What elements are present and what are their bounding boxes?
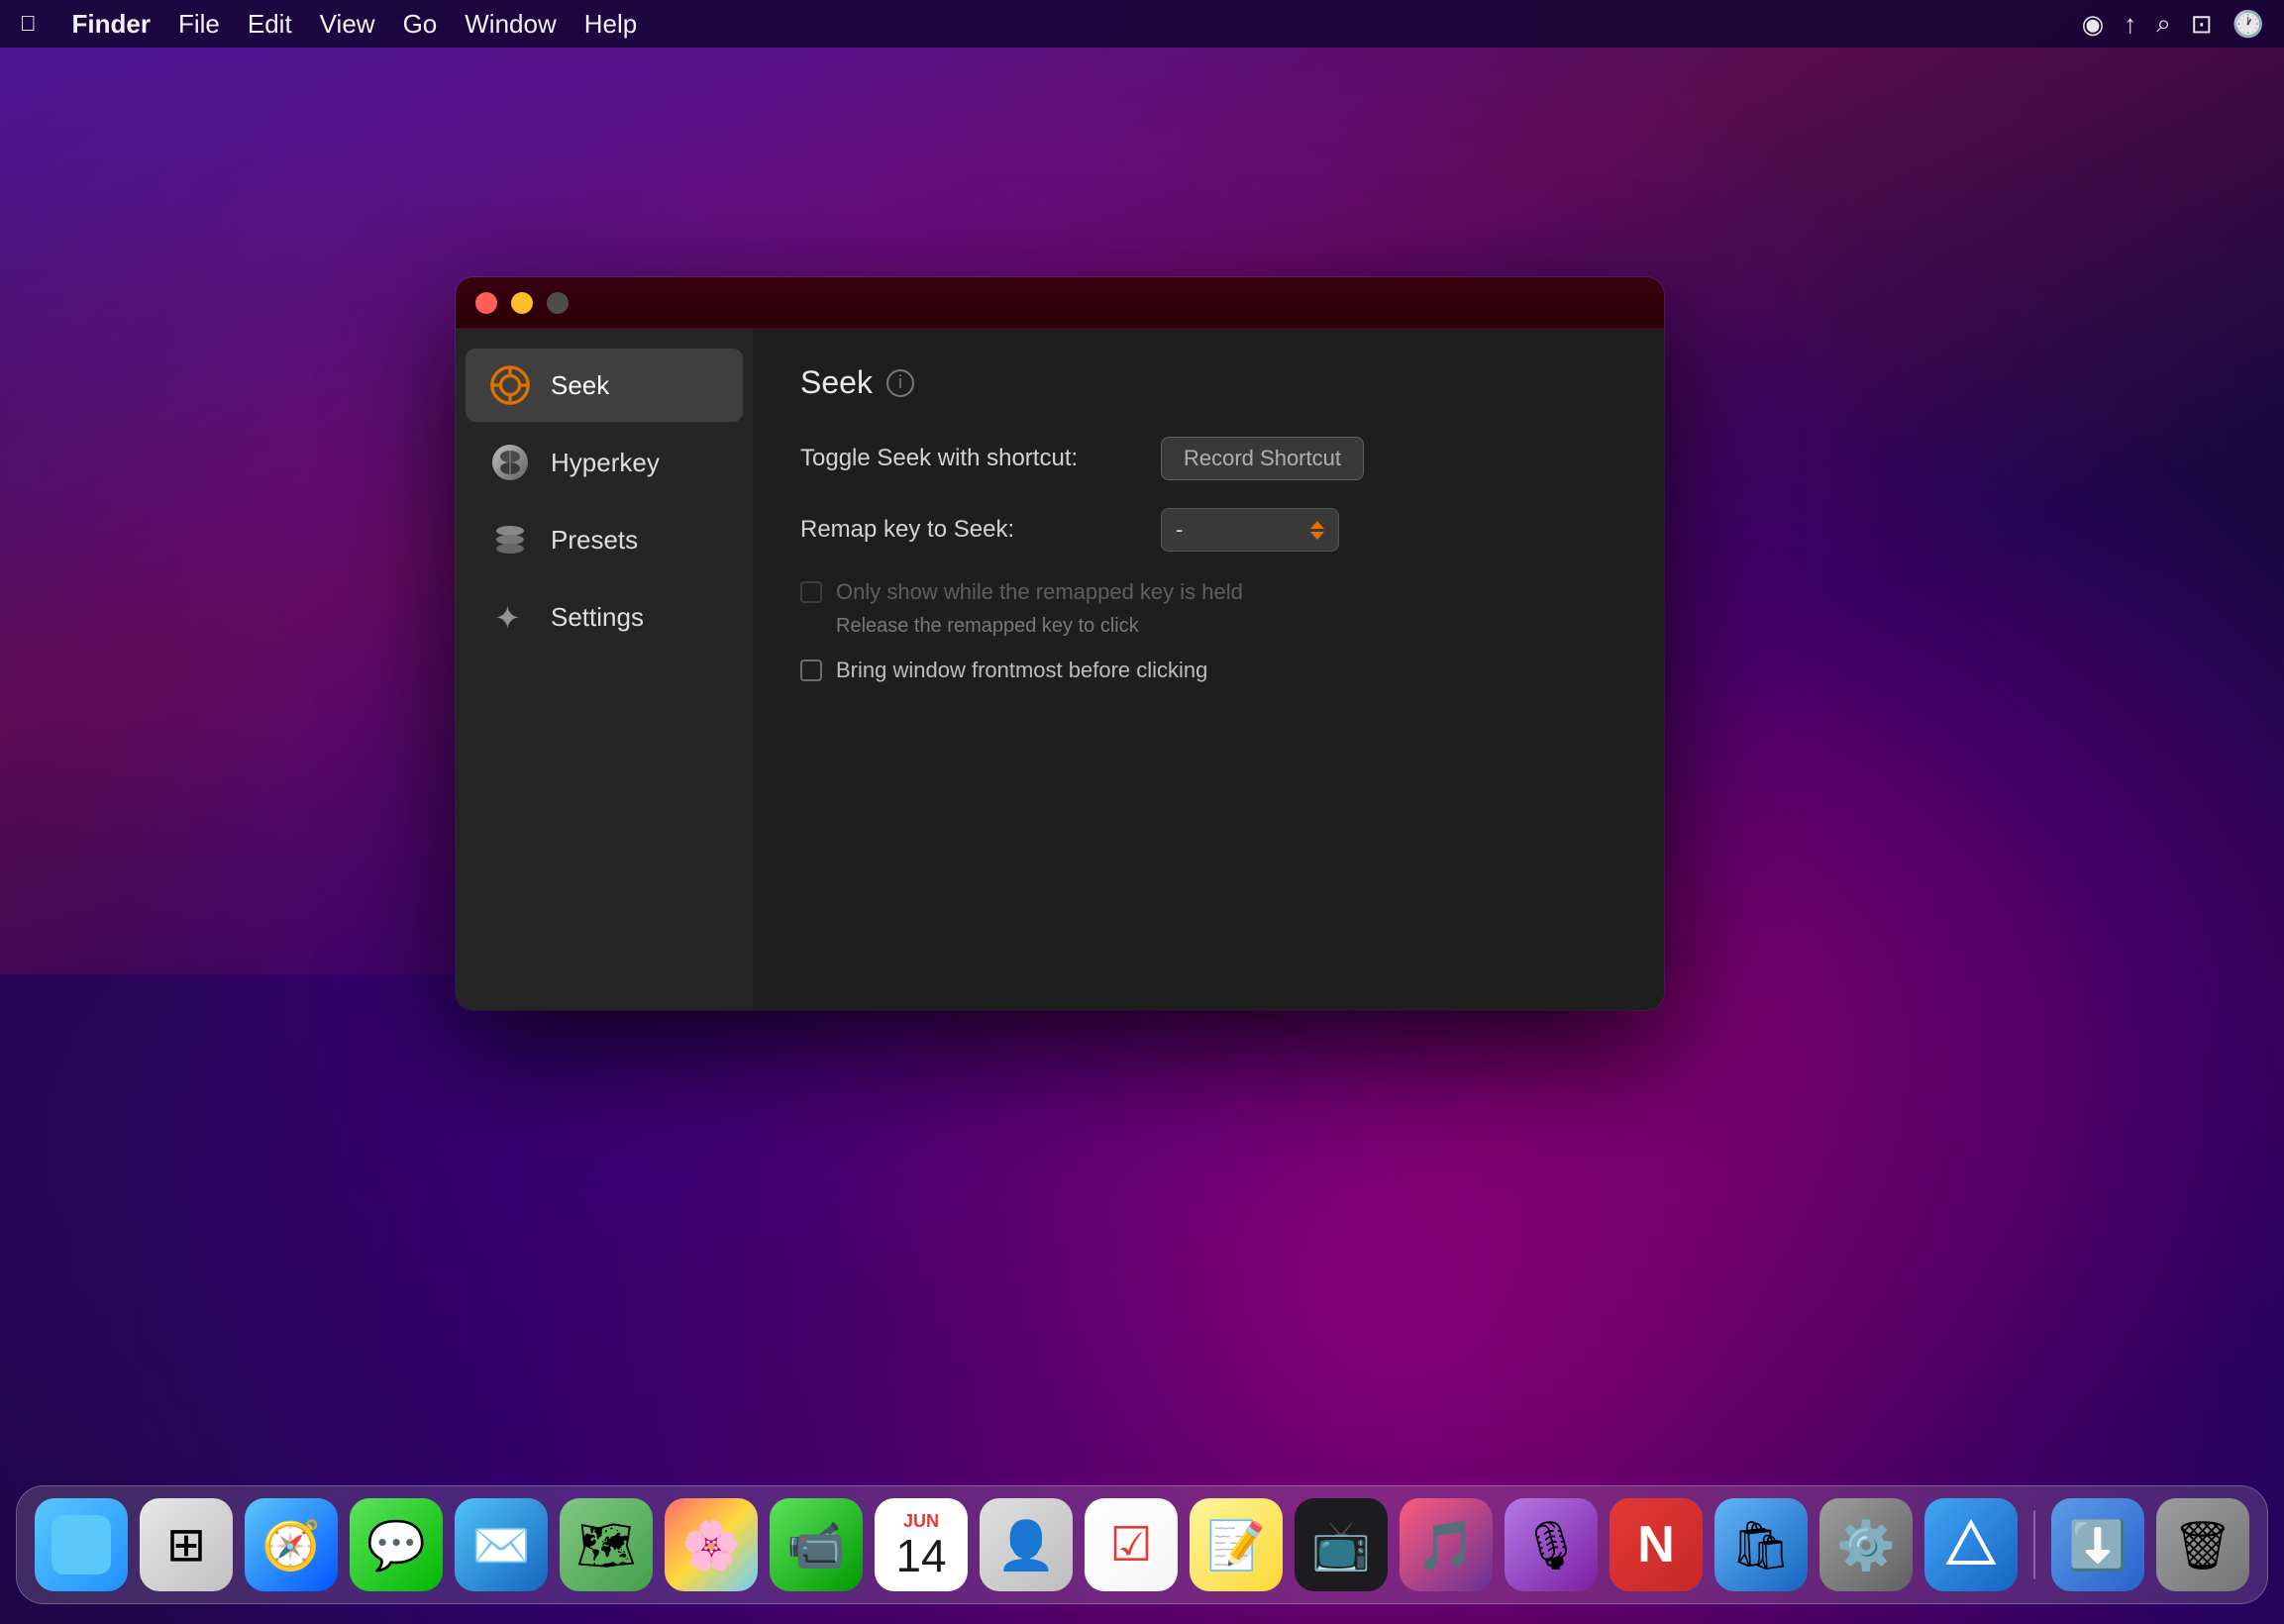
dropdown-value: -	[1176, 517, 1300, 543]
toggle-seek-label: Toggle Seek with shortcut:	[800, 445, 1137, 472]
menubar-file[interactable]: File	[178, 9, 220, 40]
dock-item-appstore[interactable]: 🛍	[1714, 1498, 1808, 1591]
close-button[interactable]	[475, 292, 497, 314]
menubar-left:  Finder File Edit View Go Window Help	[20, 9, 637, 40]
minimize-button[interactable]	[511, 292, 533, 314]
dock-item-messages[interactable]: 💬	[350, 1498, 443, 1591]
apple-menu-icon[interactable]: 	[20, 11, 37, 37]
calendar-day: 14	[895, 1533, 946, 1578]
sidebar-item-seek[interactable]: Seek	[466, 349, 743, 422]
remap-key-label: Remap key to Seek:	[800, 516, 1137, 544]
dock-divider	[2033, 1510, 2035, 1579]
bring-frontmost-label: Bring window frontmost before clicking	[836, 658, 1207, 683]
sidebar-settings-label: Settings	[551, 602, 644, 633]
svg-text:✦: ✦	[494, 600, 521, 636]
dock-item-photos[interactable]: 🌸	[665, 1498, 758, 1591]
hyperkey-icon	[487, 440, 533, 485]
dock-item-notes[interactable]: 📝	[1190, 1498, 1283, 1591]
search-icon[interactable]: ⌕	[2156, 8, 2171, 40]
control-center-icon[interactable]: ⊡	[2191, 9, 2213, 40]
sidebar-presets-label: Presets	[551, 525, 638, 556]
content-header: Seek i	[800, 364, 1616, 401]
release-remapped-sublabel: Release the remapped key to click	[836, 615, 1616, 638]
toggle-seek-row: Toggle Seek with shortcut: Record Shortc…	[800, 437, 1616, 480]
bring-frontmost-checkbox[interactable]	[800, 660, 822, 681]
dock-item-system-settings[interactable]: ⚙️	[1819, 1498, 1913, 1591]
menubar-help[interactable]: Help	[584, 9, 637, 40]
show-while-held-label: Only show while the remapped key is held	[836, 579, 1243, 605]
remap-key-dropdown[interactable]: -	[1161, 508, 1339, 552]
sidebar-item-settings[interactable]: ✦ Settings	[466, 580, 743, 654]
dock-item-maps[interactable]: 🗺	[560, 1498, 653, 1591]
record-shortcut-button[interactable]: Record Shortcut	[1161, 437, 1364, 480]
dock-item-downloads[interactable]: ⬇️	[2051, 1498, 2144, 1591]
dock-item-podcasts[interactable]: 🎙	[1505, 1498, 1598, 1591]
show-while-held-row: Only show while the remapped key is held	[800, 579, 1616, 605]
dock-item-launchpad[interactable]: ⊞	[140, 1498, 233, 1591]
sidebar-item-hyperkey[interactable]: Hyperkey	[466, 426, 743, 499]
menubar-edit[interactable]: Edit	[248, 9, 292, 40]
dock-item-safari[interactable]: 🧭	[245, 1498, 338, 1591]
presets-icon	[487, 517, 533, 562]
content-area: Seek i Toggle Seek with shortcut: Record…	[753, 329, 1664, 1010]
title-bar	[456, 277, 1664, 329]
menubar-right: ◉ ↑ ⌕ ⊡ 🕐	[2082, 8, 2264, 40]
seek-icon	[487, 362, 533, 408]
dock-item-trash[interactable]: 🗑	[2156, 1498, 2249, 1591]
dock-item-mail[interactable]: ✉️	[455, 1498, 548, 1591]
remap-key-row: Remap key to Seek: -	[800, 508, 1616, 552]
info-icon[interactable]: i	[886, 369, 914, 397]
app-window: Seek	[456, 277, 1664, 1010]
extension-icon[interactable]: ↑	[2124, 9, 2136, 40]
settings-icon: ✦	[487, 594, 533, 640]
dock-item-finder[interactable]: 🙂	[35, 1498, 128, 1591]
dock-item-altus[interactable]	[1924, 1498, 2018, 1591]
sidebar-item-presets[interactable]: Presets	[466, 503, 743, 576]
dock-item-news[interactable]: N	[1609, 1498, 1703, 1591]
menubar-go[interactable]: Go	[403, 9, 438, 40]
sidebar-seek-label: Seek	[551, 370, 609, 401]
dock-item-contacts[interactable]: 👤	[980, 1498, 1073, 1591]
dock: 🙂 ⊞ 🧭 💬 ✉️ 🗺 🌸 📹 JUN 14 👤 ☑ 📝	[16, 1485, 2268, 1604]
sidebar-hyperkey-label: Hyperkey	[551, 448, 660, 478]
dock-item-facetime[interactable]: 📹	[770, 1498, 863, 1591]
sonar-icon[interactable]: ◉	[2082, 9, 2105, 40]
window-body: Seek	[456, 329, 1664, 1010]
dock-item-reminders[interactable]: ☑	[1085, 1498, 1178, 1591]
dock-item-music[interactable]: 🎵	[1400, 1498, 1493, 1591]
dock-item-appletv[interactable]: 📺	[1295, 1498, 1388, 1591]
clock-icon[interactable]: 🕐	[2232, 9, 2264, 40]
bring-frontmost-row: Bring window frontmost before clicking	[800, 658, 1616, 683]
maximize-button[interactable]	[547, 292, 569, 314]
menubar:  Finder File Edit View Go Window Help ◉…	[0, 0, 2284, 48]
menubar-view[interactable]: View	[320, 9, 375, 40]
page-title: Seek	[800, 364, 873, 401]
menubar-finder[interactable]: Finder	[72, 9, 151, 40]
show-while-held-checkbox[interactable]	[800, 581, 822, 603]
dock-item-calendar[interactable]: JUN 14	[875, 1498, 968, 1591]
sidebar: Seek	[456, 329, 753, 1010]
dropdown-arrow-icon	[1310, 521, 1324, 540]
menubar-window[interactable]: Window	[465, 9, 556, 40]
